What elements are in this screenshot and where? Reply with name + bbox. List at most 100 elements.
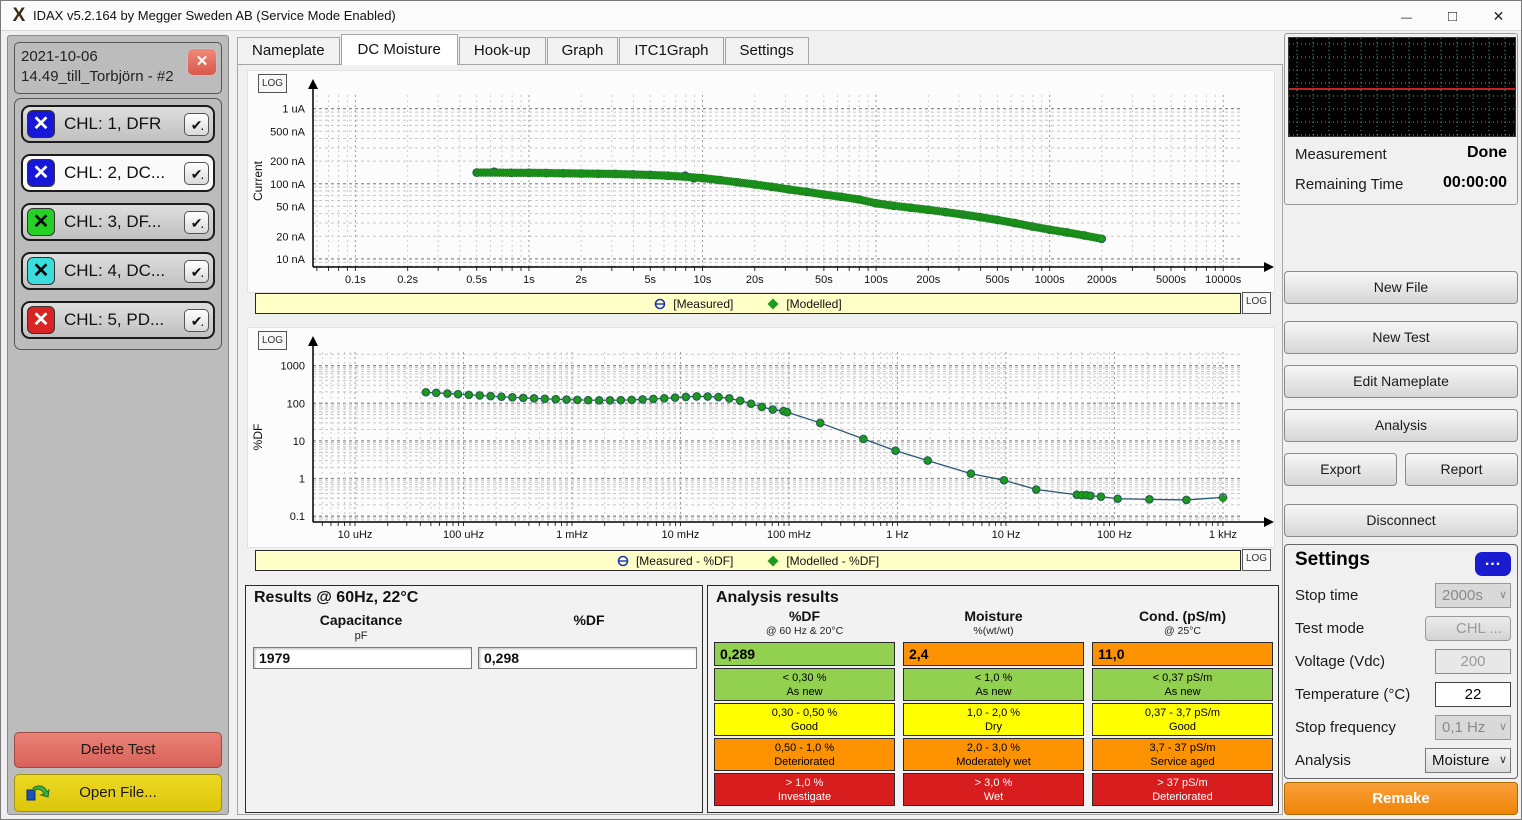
stop-time-row: Stop time 2000s∨ [1285, 583, 1519, 610]
log-scale-button[interactable]: LOG [258, 331, 287, 350]
svg-text:1 mHz: 1 mHz [556, 529, 588, 541]
export-button[interactable]: Export [1284, 453, 1397, 486]
column-subheader: @ 25°C [1092, 625, 1273, 637]
channel-item-2[interactable]: CHL: 2, DC... [21, 154, 215, 192]
svg-text:100 mHz: 100 mHz [767, 529, 811, 541]
new-test-button[interactable]: New Test [1284, 321, 1518, 354]
analysis-column-df: %DF @ 60 Hz & 20°C 0,289 < 0,30 %As new … [714, 608, 895, 806]
channel-item-5[interactable]: CHL: 5, PD... [21, 301, 215, 339]
tab-dc-moisture[interactable]: DC Moisture [341, 34, 458, 65]
minimize-icon[interactable] [1384, 1, 1429, 31]
channel-item-3[interactable]: CHL: 3, DF... [21, 203, 215, 241]
svg-text:20s: 20s [746, 274, 764, 286]
measurement-label: Measurement [1295, 146, 1387, 163]
channel-item-4[interactable]: CHL: 4, DC... [21, 252, 215, 290]
scope-display [1288, 37, 1516, 137]
channel-checkbox[interactable] [184, 309, 209, 332]
temperature-field[interactable]: 22 [1435, 682, 1511, 707]
svg-text:50 nA: 50 nA [276, 201, 305, 213]
file-close-icon[interactable] [187, 48, 217, 76]
svg-text:10: 10 [293, 436, 305, 448]
window-title: IDAX v5.2.164 by Megger Sweden AB (Servi… [33, 8, 396, 23]
tab-strip: Nameplate DC Moisture Hook-up Graph ITC1… [237, 37, 810, 64]
svg-text:10 mHz: 10 mHz [662, 529, 700, 541]
analysis-button[interactable]: Analysis [1284, 409, 1518, 442]
edit-nameplate-button[interactable]: Edit Nameplate [1284, 365, 1518, 398]
log-scale-button[interactable]: LOG [258, 74, 287, 93]
current-chart-panel: LOG 0.1s0.2s0.5s1s2s5s10s20s50s100s200s5… [247, 70, 1275, 293]
svg-text:1s: 1s [523, 274, 535, 286]
channel-checkbox[interactable] [184, 211, 209, 234]
rating-cell: < 0,37 pS/mAs new [1092, 668, 1273, 701]
close-icon[interactable] [1476, 1, 1521, 31]
rating-cell: < 0,30 %As new [714, 668, 895, 701]
results-group: Results @ 60Hz, 22°C Capacitance pF %DF … [245, 585, 703, 813]
open-file-card[interactable]: 2021-10-06 14.49_till_Torbjörn - #2 [14, 42, 222, 94]
svg-text:1000: 1000 [281, 361, 305, 373]
svg-text:1 uA: 1 uA [282, 104, 305, 116]
svg-text:0.1: 0.1 [290, 511, 305, 523]
maximize-icon[interactable] [1430, 1, 1475, 31]
chevron-down-icon: ∨ [1499, 720, 1507, 733]
tab-nameplate[interactable]: Nameplate [237, 37, 340, 64]
open-file-label: Open File... [79, 784, 157, 801]
svg-text:5s: 5s [644, 274, 656, 286]
report-button[interactable]: Report [1405, 453, 1518, 486]
tab-itc1graph[interactable]: ITC1Graph [619, 37, 723, 64]
legend-modelled-label: [Modelled] [786, 297, 841, 311]
settings-more-button[interactable]: ... [1475, 552, 1511, 576]
svg-text:10s: 10s [694, 274, 712, 286]
channel-checkbox[interactable] [184, 113, 209, 136]
new-file-button[interactable]: New File [1284, 271, 1518, 304]
svg-text:10 Hz: 10 Hz [992, 529, 1021, 541]
df-result-value: 0,289 [714, 642, 895, 666]
rating-cell: 0,30 - 0,50 %Good [714, 703, 895, 736]
svg-text:100 uHz: 100 uHz [443, 529, 484, 541]
sidebar: 2021-10-06 14.49_till_Torbjörn - #2 CHL:… [7, 35, 229, 815]
file-name: 14.49_till_Torbjörn - #2 [21, 67, 215, 87]
app-logo-icon: X [9, 6, 29, 26]
results-title: Results @ 60Hz, 22°C [254, 589, 418, 607]
svg-text:1: 1 [299, 474, 305, 486]
rating-cell: 3,7 - 37 pS/mService aged [1092, 738, 1273, 771]
tab-settings[interactable]: Settings [725, 37, 809, 64]
log-scale-button[interactable]: LOG [1242, 549, 1271, 571]
current-chart-legend: [Measured] [Modelled] [255, 293, 1241, 314]
df-chart-legend: [Measured - %DF] [Modelled - %DF] [255, 550, 1241, 571]
voltage-field: 200 [1435, 649, 1511, 674]
svg-text:Current: Current [251, 160, 265, 201]
svg-text:20 nA: 20 nA [276, 231, 305, 243]
open-file-icon [23, 782, 51, 806]
delete-test-button[interactable]: Delete Test [14, 732, 222, 768]
remake-button[interactable]: Remake [1284, 782, 1518, 815]
disconnect-button[interactable]: Disconnect [1284, 504, 1518, 537]
channel-label: CHL: 2, DC... [64, 163, 184, 183]
channel-label: CHL: 5, PD... [64, 310, 184, 330]
channel-color-icon [27, 257, 55, 285]
svg-text:0.2s: 0.2s [397, 274, 418, 286]
channel-item-1[interactable]: CHL: 1, DFR [21, 105, 215, 143]
title-bar: X IDAX v5.2.164 by Megger Sweden AB (Ser… [1, 1, 1521, 31]
channel-checkbox[interactable] [184, 162, 209, 185]
svg-text:100 Hz: 100 Hz [1097, 529, 1132, 541]
channel-label: CHL: 3, DF... [64, 212, 184, 232]
analysis-type-select[interactable]: Moisture∨ [1425, 748, 1511, 773]
temperature-row: Temperature (°C) 22 [1285, 682, 1519, 709]
measurement-status-box: Measurement Done Remaining Time 00:00:00 [1284, 33, 1518, 205]
tab-graph[interactable]: Graph [547, 37, 619, 64]
open-file-button[interactable]: Open File... [14, 774, 222, 812]
capacitance-unit: pF [261, 630, 461, 642]
channel-checkbox[interactable] [184, 260, 209, 283]
log-scale-button[interactable]: LOG [1242, 292, 1271, 314]
modelled-marker-icon [767, 298, 779, 310]
channel-color-icon [27, 159, 55, 187]
svg-text:100s: 100s [864, 274, 888, 286]
chevron-down-icon: ∨ [1499, 588, 1507, 601]
file-date: 2021-10-06 [21, 47, 215, 67]
svg-text:10000s: 10000s [1205, 274, 1242, 286]
channel-list: CHL: 1, DFR CHL: 2, DC... CHL: 3, DF... … [14, 98, 222, 350]
column-header: Cond. (pS/m) [1092, 608, 1273, 624]
svg-text:0.1s: 0.1s [345, 274, 366, 286]
measurement-status: Done [1467, 144, 1507, 162]
tab-hook-up[interactable]: Hook-up [459, 37, 546, 64]
